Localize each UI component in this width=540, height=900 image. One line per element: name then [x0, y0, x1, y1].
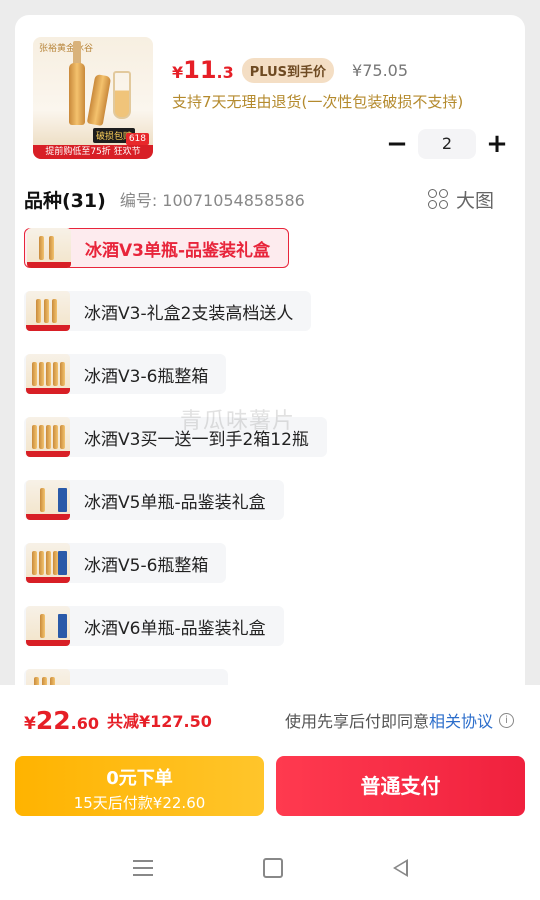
big-image-view-toggle[interactable]: 大图: [427, 186, 494, 213]
price-decimal: .3: [216, 63, 234, 82]
info-icon[interactable]: i: [499, 712, 514, 728]
menu-icon[interactable]: [132, 860, 153, 876]
glass-graphic: [113, 71, 131, 119]
agreement-prefix: 使用先享后付即同意: [284, 712, 429, 731]
price-symbol: ¥: [172, 63, 184, 82]
thumb-618-tag: 618: [125, 133, 149, 145]
total-row: ¥22.60 共减¥127.50 使用先享后付即同意 相关协议 i: [24, 705, 514, 735]
variant-label: 冰酒V3单瓶-品鉴装礼盒: [85, 240, 271, 261]
variant-label: 冰酒V5-6瓶整箱: [84, 555, 209, 576]
variant-thumbnail: [26, 543, 70, 583]
normal-pay-button[interactable]: 普通支付: [276, 756, 525, 816]
quantity-stepper: − 2 +: [383, 127, 511, 161]
variant-label: 冰酒V3-6瓶整箱: [84, 366, 209, 387]
watermark: 青瓜味薯片: [180, 409, 296, 434]
pay-later-button[interactable]: 0元下单 15天后付款¥22.60: [15, 756, 264, 816]
variant-thumbnail: [26, 480, 70, 520]
thumb-logo: 张裕黄金冰谷: [39, 44, 94, 54]
pay-later-title: 0元下单: [106, 768, 173, 789]
total-price: ¥22.60: [24, 706, 99, 735]
quantity-field[interactable]: 2: [418, 129, 476, 159]
variant-option[interactable]: 冰酒V3-6瓶整箱: [24, 354, 227, 394]
variant-label: 冰酒V3-礼盒2支装高档送人: [84, 303, 294, 324]
total-integer: 22: [35, 705, 71, 735]
increase-quantity-button[interactable]: +: [483, 130, 511, 158]
bottle-graphic: [69, 63, 85, 125]
total-saving: 共减¥127.50: [106, 712, 212, 731]
agreement-link[interactable]: 相关协议: [429, 708, 493, 732]
bottle-neck: [73, 41, 81, 65]
sku-number: 编号: 10071054858586: [119, 191, 305, 210]
variant-option[interactable]: 冰酒V3-礼盒2支装高档送人: [24, 291, 312, 331]
product-thumbnail[interactable]: 张裕黄金冰谷 破损包赔 618 提前购低至75折 狂欢节: [33, 37, 153, 159]
total-symbol: ¥: [24, 713, 36, 734]
plus-price-tag: PLUS到手价: [241, 57, 335, 83]
variant-count-title: 品种(31): [24, 189, 106, 212]
decrease-quantity-button[interactable]: −: [383, 130, 411, 158]
thumb-promo-banner: 提前购低至75折 狂欢节: [33, 145, 153, 159]
price-integer: 11: [183, 56, 217, 84]
variant-option[interactable]: 冰酒V5-6瓶整箱: [24, 543, 227, 583]
variant-thumbnail: [26, 417, 70, 457]
bottle-graphic: [86, 73, 112, 127]
variant-option[interactable]: 冰酒V6单瓶-品鉴装礼盒: [24, 606, 284, 646]
variant-thumbnail: [26, 354, 70, 394]
variant-option[interactable]: 冰酒V3单瓶-品鉴装礼盒: [24, 228, 290, 268]
original-price: ¥75.05: [352, 60, 409, 80]
pay-later-subtitle: 15天后付款¥22.60: [73, 794, 206, 812]
back-icon[interactable]: [392, 859, 408, 877]
agreement-text: 使用先享后付即同意 相关协议 i: [285, 708, 514, 732]
variant-option[interactable]: 冰酒V5单瓶-品鉴装礼盒: [24, 480, 284, 520]
big-view-label: 大图: [455, 189, 494, 212]
variant-label: 冰酒V5单瓶-品鉴装礼盒: [84, 492, 266, 513]
total-decimal: .60: [70, 713, 99, 733]
variant-thumbnail: [27, 228, 71, 268]
home-icon[interactable]: [262, 858, 283, 878]
grid-icon: [427, 189, 448, 209]
variant-thumbnail: [26, 606, 70, 646]
variant-thumbnail: [26, 291, 70, 331]
variant-label: 冰酒V6单瓶-品鉴装礼盒: [84, 618, 266, 639]
variant-header: 品种(31) 编号: 10071054858586 大图: [24, 184, 494, 214]
plus-price: ¥11.3: [172, 56, 234, 84]
return-policy-text: 支持7天无理由退货(一次性包装破损不支持): [172, 93, 464, 111]
price-row: ¥11.3 PLUS到手价 ¥75.05: [172, 53, 408, 87]
system-navigation-bar: [0, 836, 540, 900]
